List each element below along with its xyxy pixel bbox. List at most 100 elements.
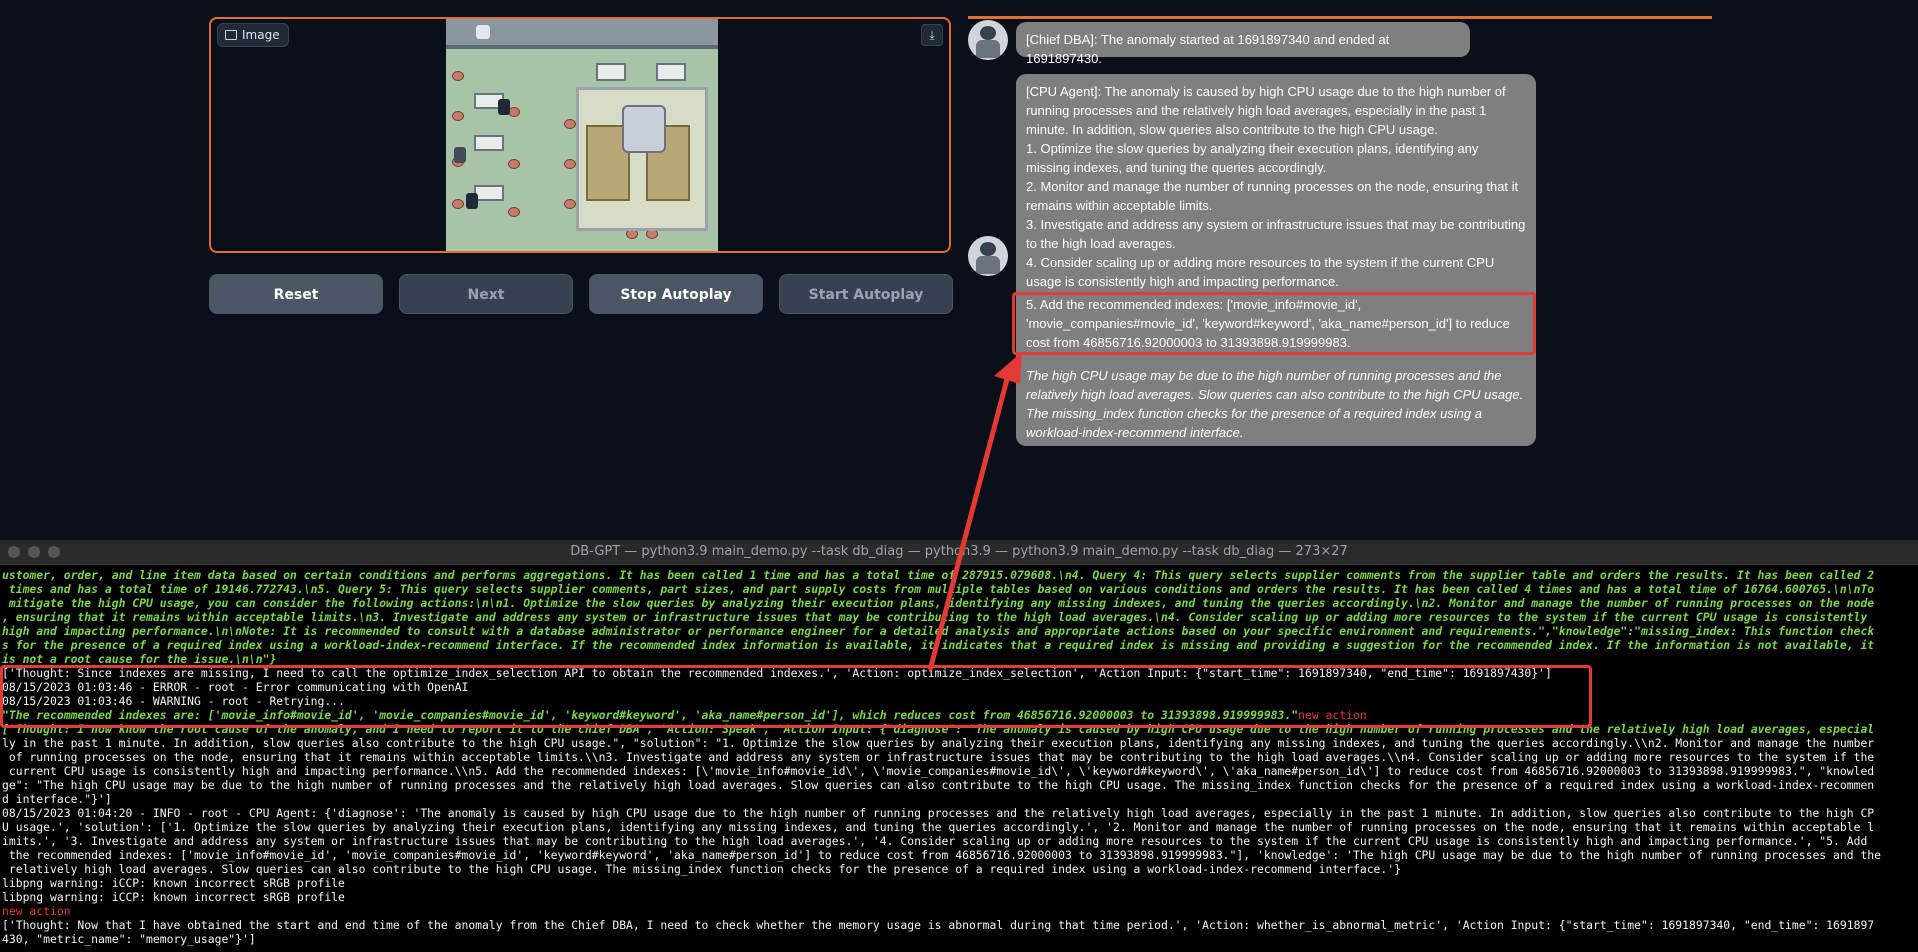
cpu-agent-item-3: 3. Investigate and address any system or… [1026,217,1526,251]
avatar-body-icon [976,40,1000,58]
terminal-line-text: 08/15/2023 01:03:46 - WARNING - root - R… [2,694,345,708]
terminal-window: DB-GPT — python3.9 main_demo.py --task d… [0,540,1918,952]
terminal-line: new action [2,904,1916,918]
terminal-line-text: U usage.', 'solution': ['1. Optimize the… [2,820,1875,834]
cpu-agent-item-4: 4. Consider scaling up or adding more re… [1026,255,1495,289]
terminal-line: 08/15/2023 01:04:20 - INFO - root - CPU … [2,806,1916,820]
terminal-line-text: ['Thought: I now know the root cause of … [2,722,1875,736]
terminal-line: "The recommended indexes are: ['movie_in… [2,708,1916,722]
scene-stool [564,199,576,209]
terminal-line-text: mitigate the high CPU usage, you can con… [2,596,1875,610]
terminal-line-text: , ensuring that it remains within accept… [2,610,1868,624]
scene-machine [622,105,666,153]
scene-stool [508,159,520,169]
terminal-line-text: relatively high load averages. Slow quer… [2,862,1401,876]
scene-stool [508,207,520,217]
terminal-line: current CPU usage is consistently high a… [2,764,1916,778]
download-icon[interactable]: ⤓ [921,24,943,46]
terminal-line-text: is not a root cause for the issue.\n\n"} [2,652,277,666]
chat-message-cpu-agent: [CPU Agent]: The anomaly is caused by hi… [1016,74,1536,446]
avatar-body-icon [976,256,1000,274]
terminal-line: ['Thought: Now that I have obtained the … [2,918,1916,932]
scene-desk [474,185,504,201]
chat-message-chief-dba: [Chief DBA]: The anomaly started at 1691… [1016,22,1470,66]
terminal-line: 430, "metric_name": "memory_usage"}'] [2,932,1916,946]
terminal-line-text: 08/15/2023 01:03:46 - ERROR - root - Err… [2,680,469,694]
cpu-agent-avatar [968,236,1008,276]
terminal-line-text: "The recommended indexes are: ['movie_in… [2,708,1299,722]
terminal-title: DB-GPT — python3.9 main_demo.py --task d… [570,544,1348,559]
image-label: Image [242,28,280,42]
terminal-line: d interface."}'] [2,792,1916,806]
scene-stool [452,111,464,121]
terminal-line: ge": "The high CPU usage may be due to t… [2,778,1916,792]
terminal-line-text: ['Thought: Since indexes are missing, I … [2,666,1552,680]
terminal-line: times and has a total time of 19146.7727… [2,582,1916,596]
terminal-line-text: ustomer, order, and line item data based… [2,568,1875,582]
image-icon [225,30,237,40]
terminal-line-text: of running processes on the node, ensuri… [2,750,1875,764]
cpu-agent-item-2: 2. Monitor and manage the number of runn… [1026,179,1519,213]
cpu-agent-item-5: 5. Add the recommended indexes: ['movie_… [1026,297,1510,350]
terminal-line-text: libpng warning: iCCP: known incorrect sR… [2,890,345,904]
terminal-line: , ensuring that it remains within accept… [2,610,1916,624]
terminal-line: relatively high load averages. Slow quer… [2,862,1916,876]
terminal-line-text: times and has a total time of 19146.7727… [2,582,1875,596]
scene-desk [596,63,626,81]
terminal-line-text: current CPU usage is consistently high a… [2,764,1875,778]
terminal-line: of running processes on the node, ensuri… [2,750,1916,764]
terminal-line: U usage.', 'solution': ['1. Optimize the… [2,820,1916,834]
terminal-line-text: high and impacting performance.\n\nNote:… [2,624,1875,638]
cpu-agent-item-1: 1. Optimize the slow queries by analyzin… [1026,141,1479,175]
terminal-line: ustomer, order, and line item data based… [2,568,1916,582]
demo-app: Image ⤓ Reset Next Stop Autoplay Start A… [0,0,1918,540]
scene-stool [452,71,464,81]
scene-stool [564,119,576,129]
avatar-head-icon [980,26,996,40]
terminal-line: is not a root cause for the issue.\n\n"} [2,652,1916,666]
terminal-line-text: the recommended indexes: ['movie_info#mo… [2,848,1882,862]
terminal-line: 08/15/2023 01:03:46 - WARNING - root - R… [2,694,1916,708]
terminal-line: libpng warning: iCCP: known incorrect sR… [2,890,1916,904]
terminal-line: imits.', '3. Investigate and address any… [2,834,1916,848]
scene-character [476,25,490,39]
scene-desk [656,63,686,81]
terminal-line-text: ly in the past 1 minute. In addition, sl… [2,736,1875,750]
avatar-head-icon [980,242,996,256]
terminal-line-text: ['Thought: Now that I have obtained the … [2,918,1875,932]
terminal-line: libpng warning: iCCP: known incorrect sR… [2,876,1916,890]
terminal-line: s for the presence of a required index u… [2,638,1916,652]
image-label-tag: Image [217,23,289,47]
scene-stool [452,199,464,209]
stop-autoplay-button[interactable]: Stop Autoplay [589,274,763,314]
terminal-line-text: d interface."}'] [2,792,112,806]
scene-character [454,147,466,163]
terminal-line-text: s for the presence of a required index u… [2,638,1875,652]
terminal-line-tail: new action [1298,708,1367,722]
terminal-output: ustomer, order, and line item data based… [2,568,1916,950]
scene-character [466,193,478,209]
start-autoplay-button[interactable]: Start Autoplay [779,274,953,314]
terminal-line-text: 430, "metric_name": "memory_usage"}'] [2,932,256,946]
cpu-agent-intro: [CPU Agent]: The anomaly is caused by hi… [1026,84,1506,137]
progress-bar [968,16,1712,19]
cpu-agent-knowledge-note: The high CPU usage may be due to the hig… [1026,368,1524,440]
reset-button[interactable]: Reset [209,274,383,314]
terminal-line: the recommended indexes: ['movie_info#mo… [2,848,1916,862]
scene-stool [564,159,576,169]
scene-desk [474,135,504,151]
terminal-line: ['Thought: Since indexes are missing, I … [2,666,1916,680]
terminal-line-text: imits.', '3. Investigate and address any… [2,834,1868,848]
terminal-line: ly in the past 1 minute. In addition, sl… [2,736,1916,750]
terminal-line: high and impacting performance.\n\nNote:… [2,624,1916,638]
game-scene-image [446,19,718,251]
terminal-line: mitigate the high CPU usage, you can con… [2,596,1916,610]
chief-dba-avatar [968,20,1008,60]
image-panel: Image ⤓ [209,17,951,253]
scene-character [498,99,510,115]
terminal-line-text: libpng warning: iCCP: known incorrect sR… [2,876,345,890]
terminal-line-text: 08/15/2023 01:04:20 - INFO - root - CPU … [2,806,1875,820]
next-button[interactable]: Next [399,274,573,314]
terminal-line: ['Thought: I now know the root cause of … [2,722,1916,736]
terminal-line-text: ge": "The high CPU usage may be due to t… [2,778,1875,792]
